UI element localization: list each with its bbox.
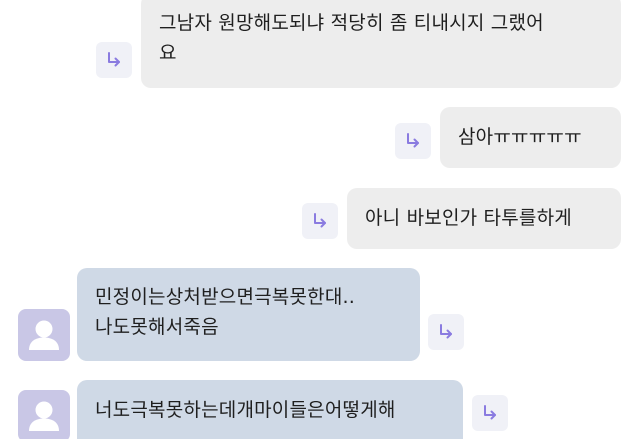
message-text: 아니 바보인가 타투를하게 — [365, 207, 572, 229]
message-text: 너도극복못하는데개마이들은어떻게해 — [95, 399, 396, 421]
default-user-avatar-icon — [29, 320, 59, 350]
message-bubble-incoming: 민정이는상처받으면극복못한대.. 나도못해서죽음 — [77, 268, 420, 361]
chat-screen: 그남자 원망해도되냐 적당히 좀 티내시지 그랬어 요 삼아ㅠㅠㅠㅠㅠ 아니 바… — [0, 0, 640, 439]
default-user-avatar-icon — [29, 401, 59, 431]
message-text: 그남자 원망해도되냐 적당히 좀 티내시지 그랬어 요 — [159, 12, 544, 64]
message-text: 민정이는상처받으면극복못한대.. 나도못해서죽음 — [95, 286, 355, 338]
reply-arrow-icon — [108, 52, 120, 67]
reply-arrow-icon — [440, 324, 452, 339]
reply-button[interactable] — [96, 42, 132, 78]
reply-button[interactable] — [472, 395, 508, 431]
reply-button[interactable] — [302, 203, 338, 239]
message-bubble-outgoing: 아니 바보인가 타투를하게 — [347, 188, 621, 249]
reply-arrow-icon — [407, 133, 419, 148]
message-bubble-outgoing: 삼아ㅠㅠㅠㅠㅠ — [440, 107, 621, 168]
avatar[interactable] — [18, 390, 70, 439]
reply-arrow-icon — [314, 213, 326, 228]
message-text: 삼아ㅠㅠㅠㅠㅠ — [458, 126, 582, 148]
reply-button[interactable] — [395, 123, 431, 159]
avatar[interactable] — [18, 309, 70, 361]
reply-button[interactable] — [428, 314, 464, 350]
message-bubble-outgoing: 그남자 원망해도되냐 적당히 좀 티내시지 그랬어 요 — [141, 0, 621, 88]
message-bubble-incoming: 너도극복못하는데개마이들은어떻게해 — [77, 380, 463, 439]
reply-arrow-icon — [484, 405, 496, 420]
